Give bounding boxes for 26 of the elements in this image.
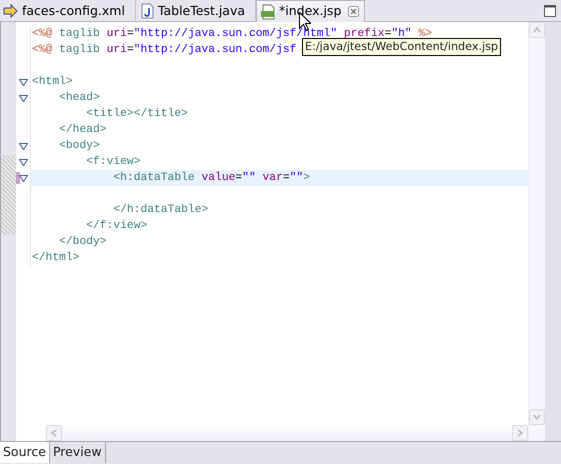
code-line: <head> <box>58 90 100 106</box>
code-line: <html> <box>31 74 73 90</box>
file-arrow-icon <box>3 3 19 19</box>
jsp-file-icon <box>260 4 276 20</box>
code-line: <body> <box>58 138 100 154</box>
code-line: </html> <box>31 250 80 266</box>
page-tab[interactable]: Source <box>0 442 50 463</box>
code-line: <h:dataTable value="" var=""> <box>112 170 310 186</box>
code-line: </f:view> <box>85 218 148 234</box>
fold-icon[interactable] <box>18 78 28 86</box>
annotation-marker <box>16 172 20 184</box>
code-line: </body> <box>58 234 107 250</box>
code-line: </head> <box>58 122 107 138</box>
fold-icon[interactable] <box>18 142 28 150</box>
editor-tab[interactable]: *index.jsp <box>256 0 366 22</box>
maximize-icon[interactable] <box>544 5 556 17</box>
code-line: <%@ taglib uri="http://java.sun.com/jsf <box>31 42 296 58</box>
java-file-icon <box>138 3 155 19</box>
tooltip: E:/java/jtest/WebContent/index.jsp <box>302 38 502 56</box>
fold-icon[interactable] <box>18 174 28 182</box>
code-line: <f:view> <box>85 154 140 170</box>
close-icon[interactable] <box>348 6 360 17</box>
fold-icon[interactable] <box>18 158 28 166</box>
code-line: <title></title> <box>85 106 188 122</box>
fold-icon[interactable] <box>18 94 28 102</box>
code-line: </h:dataTable> <box>112 202 208 218</box>
